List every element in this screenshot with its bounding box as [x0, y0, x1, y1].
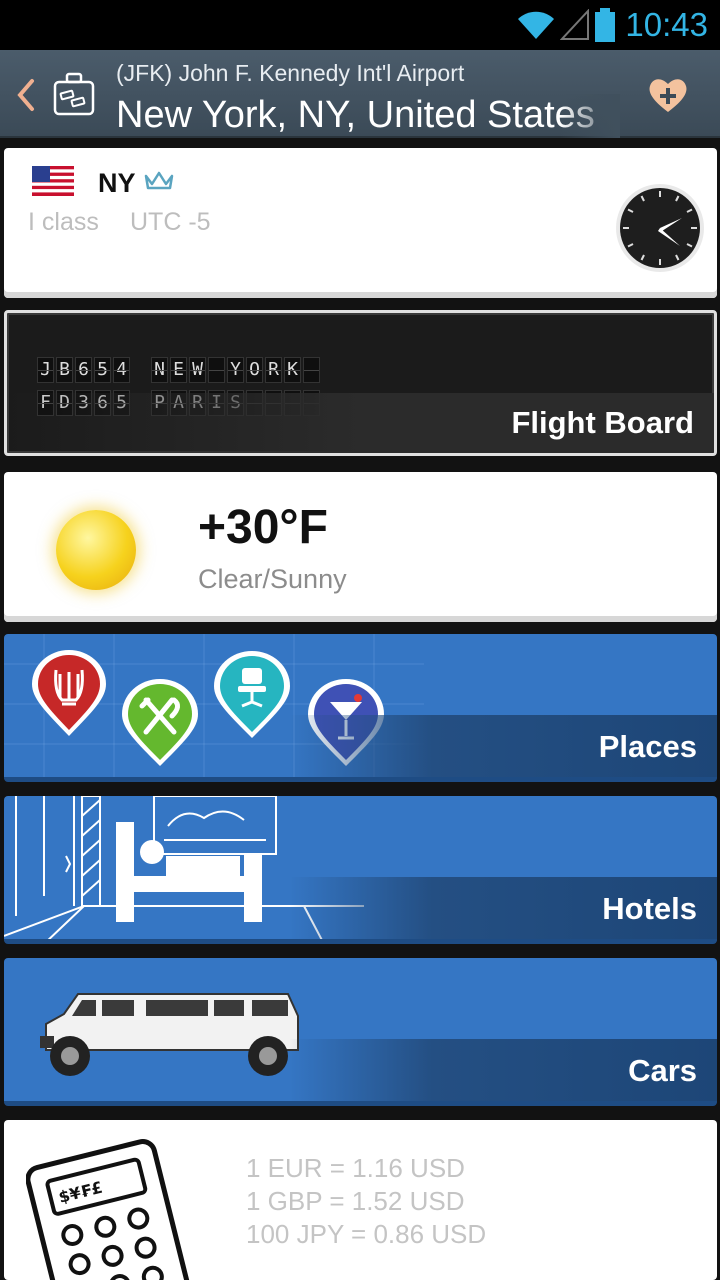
utc-offset: UTC -5 [130, 208, 211, 236]
board-flap: K [284, 357, 301, 383]
board-flap: 4 [113, 357, 130, 383]
status-bar: 10:43 [0, 0, 720, 50]
places-label: Places [598, 729, 697, 764]
hotels-card[interactable]: Hotels [4, 796, 717, 944]
currency-card[interactable]: $¥₣£ 1 EUR = 1.16 USD 1 GBP = 1.52 USD 1… [4, 1120, 717, 1280]
cars-card[interactable]: Cars [4, 958, 717, 1106]
clock-icon [616, 184, 704, 272]
weather-condition: Clear/Sunny [198, 564, 347, 594]
airport-class: I class [28, 208, 99, 236]
battery-icon [595, 8, 615, 42]
board-flap: E [170, 357, 187, 383]
board-flap: 5 [94, 357, 111, 383]
crown-icon [144, 171, 174, 190]
wifi-icon [518, 11, 554, 39]
board-flap [208, 357, 225, 383]
temperature: +30°F [198, 501, 328, 554]
signal-icon [560, 9, 589, 40]
board-flap: B [56, 357, 73, 383]
action-bar: (JFK) John F. Kennedy Int'l Airport New … [0, 50, 720, 138]
flight-board-card[interactable]: JB654NEWYORK FD365PARIS Flight Board [4, 310, 717, 456]
add-favorite-heart-icon[interactable] [648, 76, 688, 114]
board-flap: W [189, 357, 206, 383]
hotels-label: Hotels [602, 891, 697, 926]
airport-subtitle: (JFK) John F. Kennedy Int'l Airport [116, 60, 465, 86]
board-flap: N [151, 357, 168, 383]
flight-board-label: Flight Board [511, 405, 694, 440]
cars-label: Cars [628, 1053, 697, 1088]
board-flap [132, 357, 149, 383]
rate-gbp: 1 GBP = 1.52 USD [246, 1186, 465, 1216]
board-flap: O [246, 357, 263, 383]
weather-card[interactable]: +30°F Clear/Sunny [4, 472, 717, 622]
board-flap: 6 [75, 357, 92, 383]
back-arrow-icon[interactable] [14, 78, 38, 112]
board-flap [303, 357, 320, 383]
status-time: 10:43 [625, 6, 708, 43]
calculator-icon: $¥₣£ [26, 1139, 193, 1280]
board-flap: R [265, 357, 282, 383]
city-title: New York, NY, United States [116, 94, 595, 136]
rate-eur: 1 EUR = 1.16 USD [246, 1153, 465, 1183]
board-flap: J [37, 357, 54, 383]
exchange-rates: 1 EUR = 1.16 USD 1 GBP = 1.52 USD 100 JP… [246, 1152, 486, 1251]
sun-icon [56, 510, 136, 590]
suitcase-icon [53, 72, 95, 116]
rate-jpy: 100 JPY = 0.86 USD [246, 1219, 487, 1249]
us-flag-icon [32, 166, 74, 196]
board-flap: Y [227, 357, 244, 383]
location-info-card[interactable]: NY I class UTC -5 [4, 148, 717, 298]
board-row-1: JB654NEWYORK [37, 357, 320, 383]
places-card[interactable]: Places [4, 634, 717, 782]
state-code: NY [98, 168, 136, 198]
